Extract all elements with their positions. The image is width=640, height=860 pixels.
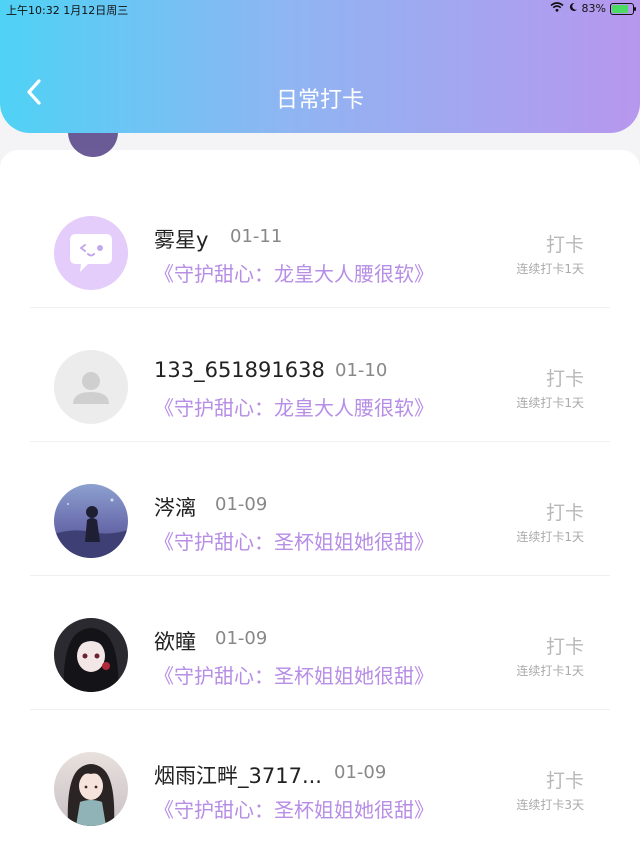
avatar[interactable] xyxy=(54,350,128,424)
book-title-link[interactable]: 《守护甜心：圣杯姐姐她很甜》 xyxy=(154,794,434,823)
status-time: 上午10:32 1月12日周三 xyxy=(6,4,129,17)
avatar-illustration xyxy=(54,498,128,558)
battery-percent: 83% xyxy=(581,2,606,15)
book-title-link[interactable]: 《守护甜心：龙皇大人腰很软》 xyxy=(154,392,434,421)
list-item: 欲瞳 01-09 《守护甜心：圣杯姐姐她很甜》 打卡 连续打卡1天 xyxy=(0,576,640,710)
checkin-button[interactable]: 打卡 xyxy=(546,766,584,793)
default-user-icon xyxy=(73,372,109,404)
streak-text: 连续打卡1天 xyxy=(516,396,584,410)
list-item: 雾星y 01-11 《守护甜心：龙皇大人腰很软》 打卡 连续打卡1天 xyxy=(0,174,640,308)
page-title: 日常打卡 xyxy=(275,88,364,113)
checkin-button[interactable]: 打卡 xyxy=(546,632,584,659)
book-title-link[interactable]: 《守护甜心：龙皇大人腰很软》 xyxy=(154,258,434,287)
avatar xyxy=(68,130,118,157)
header-bar: 上午10:32 1月12日周三 83% 日常打卡 xyxy=(0,0,640,133)
checkin-list[interactable]: 雾星y 01-11 《守护甜心：龙皇大人腰很软》 打卡 连续打卡1天 133_6… xyxy=(0,130,640,860)
list-item: 133_651891638 01-10 《守护甜心：龙皇大人腰很软》 打卡 连续… xyxy=(0,308,640,442)
streak-text: 连续打卡1天 xyxy=(516,262,584,276)
checkin-button[interactable]: 打卡 xyxy=(546,230,584,257)
chat-bubble-icon xyxy=(70,234,112,272)
checkin-button[interactable]: 打卡 xyxy=(546,498,584,525)
user-name: 雾星y xyxy=(154,228,209,252)
avatar[interactable] xyxy=(54,752,128,826)
user-name: 烟雨江畔_3717... xyxy=(154,764,322,788)
status-indicators: 83% xyxy=(550,2,636,15)
streak-text: 连续打卡1天 xyxy=(516,664,584,678)
list-item: 涔漓 01-09 《守护甜心：圣杯姐姐她很甜》 打卡 连续打卡1天 xyxy=(0,442,640,576)
checkin-date: 01-11 xyxy=(230,226,283,247)
battery-icon xyxy=(610,2,636,15)
book-title-link[interactable]: 《守护甜心：圣杯姐姐她很甜》 xyxy=(154,660,434,689)
streak-text: 连续打卡1天 xyxy=(516,530,584,544)
avatar-illustration xyxy=(67,764,115,826)
checkin-date: 01-09 xyxy=(334,762,387,783)
moon-icon xyxy=(568,2,578,15)
user-name: 欲瞳 xyxy=(154,630,196,654)
book-title-link[interactable]: 《守护甜心：圣杯姐姐她很甜》 xyxy=(154,526,434,555)
wifi-icon xyxy=(550,2,564,15)
checkin-button[interactable]: 打卡 xyxy=(546,364,584,391)
avatar[interactable] xyxy=(54,484,128,558)
avatar-illustration xyxy=(63,628,119,692)
checkin-date: 01-10 xyxy=(335,360,388,381)
user-name: 133_651891638 xyxy=(154,358,325,382)
streak-text: 连续打卡3天 xyxy=(516,798,584,812)
status-bar: 上午10:32 1月12日周三 83% xyxy=(0,0,640,18)
user-name: 涔漓 xyxy=(154,496,196,520)
list-item: 烟雨江畔_3717... 01-09 《守护甜心：圣杯姐姐她很甜》 打卡 连续打… xyxy=(0,710,640,844)
checkin-date: 01-09 xyxy=(215,494,268,515)
checkin-date: 01-09 xyxy=(215,628,268,649)
avatar[interactable] xyxy=(54,216,128,290)
avatar[interactable] xyxy=(54,618,128,692)
